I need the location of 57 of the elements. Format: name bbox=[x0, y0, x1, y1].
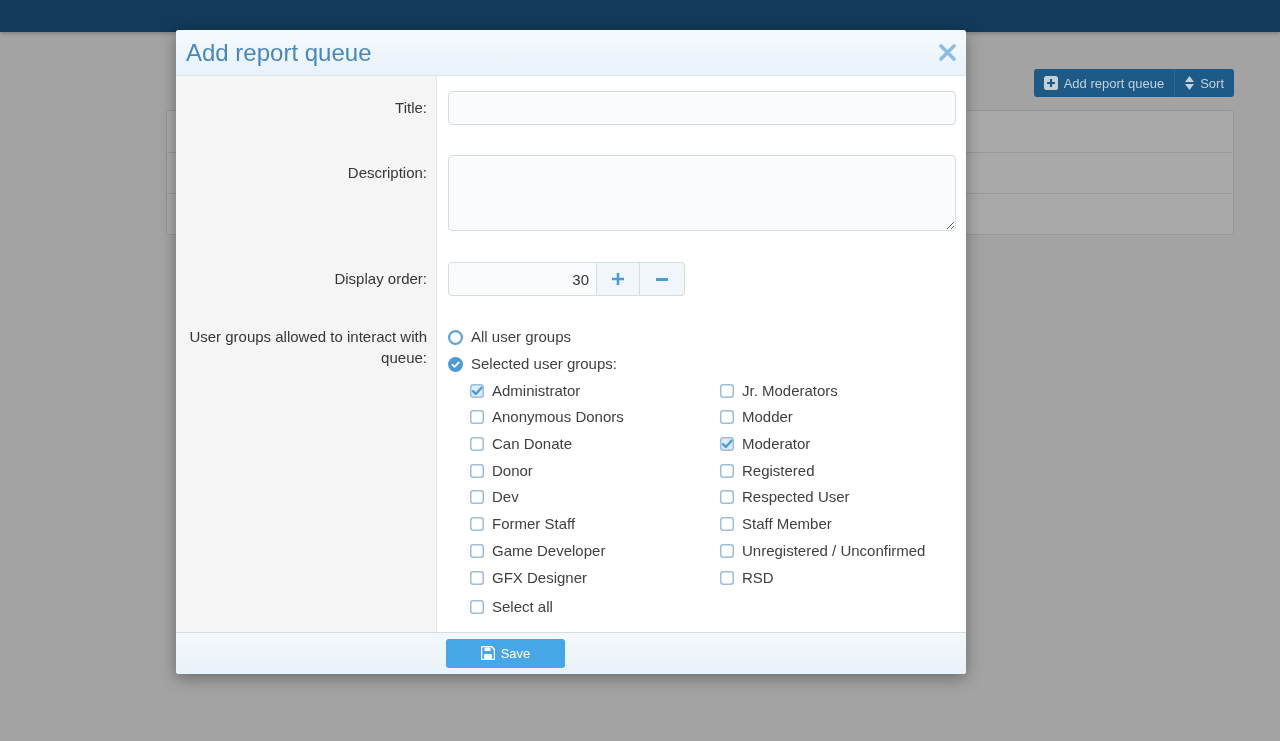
checkbox-label[interactable]: Can Donate bbox=[492, 434, 573, 455]
radio-label[interactable]: Selected user groups: bbox=[471, 354, 617, 375]
dialog-title: Add report queue bbox=[186, 37, 372, 68]
checkbox-label[interactable]: Select all bbox=[492, 597, 553, 618]
checkbox[interactable] bbox=[470, 437, 484, 452]
checkbox-label[interactable]: Anonymous Donors bbox=[492, 407, 624, 428]
input-field[interactable] bbox=[448, 91, 956, 125]
checkbox[interactable] bbox=[720, 490, 734, 505]
checkbox[interactable] bbox=[720, 410, 734, 425]
checkbox-label[interactable]: Modder bbox=[742, 407, 793, 428]
checkbox-label[interactable]: Staff Member bbox=[742, 514, 832, 535]
increment-button[interactable] bbox=[597, 262, 640, 296]
number-field[interactable]: 30 bbox=[448, 262, 597, 296]
radio-label[interactable]: All user groups bbox=[471, 327, 572, 348]
checkbox-label[interactable]: Jr. Moderators bbox=[742, 380, 838, 401]
checkbox[interactable] bbox=[470, 463, 484, 478]
textarea-field[interactable] bbox=[448, 155, 956, 231]
add-button[interactable]: Add report queue bbox=[1033, 69, 1175, 97]
close-button[interactable] bbox=[939, 44, 956, 61]
plus-icon bbox=[612, 273, 624, 285]
save-icon bbox=[480, 646, 495, 661]
checkbox[interactable] bbox=[720, 543, 734, 558]
field-label: User groups allowed to interact with queue: bbox=[188, 327, 427, 368]
checkbox[interactable] bbox=[720, 463, 734, 478]
checkbox[interactable] bbox=[470, 410, 484, 425]
checkbox[interactable] bbox=[720, 383, 734, 398]
checkbox-label[interactable]: Moderator bbox=[742, 434, 811, 455]
checkbox[interactable] bbox=[720, 437, 734, 452]
checkbox-label[interactable]: GFX Designer bbox=[492, 567, 588, 588]
radio-button[interactable] bbox=[448, 329, 463, 345]
checkbox-label[interactable]: Respected User bbox=[742, 487, 850, 508]
checkbox[interactable] bbox=[720, 570, 734, 585]
radio-button[interactable] bbox=[448, 356, 463, 372]
checkbox-label[interactable]: Dev bbox=[492, 487, 519, 508]
checkbox-label[interactable]: Unregistered / Unconfirmed bbox=[742, 540, 926, 561]
checkbox[interactable] bbox=[470, 490, 484, 505]
checkbox-label[interactable]: Administrator bbox=[492, 380, 581, 401]
checkbox[interactable] bbox=[720, 517, 734, 532]
close-icon bbox=[939, 44, 956, 61]
field-label: Title: bbox=[395, 98, 427, 118]
sort-icon bbox=[1185, 76, 1195, 90]
checkbox-label[interactable]: RSD bbox=[742, 567, 774, 588]
field-label: Description: bbox=[347, 163, 427, 183]
checkbox[interactable] bbox=[470, 543, 484, 558]
plus-square-icon bbox=[1043, 76, 1058, 90]
checkbox[interactable] bbox=[470, 600, 484, 615]
checkbox-label[interactable]: Donor bbox=[492, 460, 533, 481]
checkbox[interactable] bbox=[470, 383, 484, 398]
checkbox-label[interactable]: Registered bbox=[742, 460, 815, 481]
checkbox-label[interactable]: Former Staff bbox=[492, 514, 576, 535]
minus-icon bbox=[656, 277, 668, 281]
field-label: Display order: bbox=[334, 269, 427, 289]
checkbox[interactable] bbox=[470, 517, 484, 532]
checkbox[interactable] bbox=[470, 570, 484, 585]
checkbox-label[interactable]: Game Developer bbox=[492, 540, 606, 561]
decrement-button[interactable] bbox=[640, 262, 685, 296]
sort-button[interactable]: Sort bbox=[1174, 69, 1234, 97]
